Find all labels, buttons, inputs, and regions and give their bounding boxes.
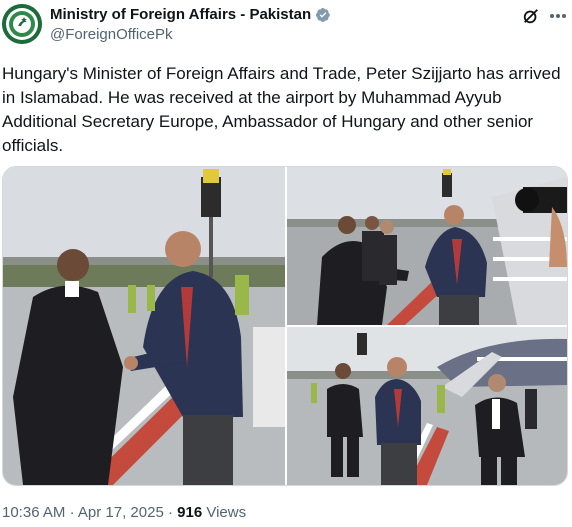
separator: · [69, 504, 75, 521]
account-handle[interactable]: @ForeignOfficePk [50, 26, 173, 43]
more-icon[interactable] [548, 6, 568, 26]
tweet-date[interactable]: Apr 17, 2025 [78, 504, 164, 521]
mofa-pakistan-logo [2, 4, 42, 44]
avatar[interactable] [2, 4, 42, 44]
separator: · [167, 504, 173, 521]
views-label: Views [206, 504, 247, 521]
name-row: Ministry of Foreign Affairs - Pakistan [50, 6, 331, 23]
media-grid [2, 166, 568, 486]
photo-greeting[interactable] [287, 167, 567, 325]
verified-badge-icon [315, 7, 331, 23]
tweet-header: Ministry of Foreign Affairs - Pakistan @… [0, 0, 572, 56]
photo-handshake[interactable] [3, 167, 285, 485]
tweet-text: Hungary's Minister of Foreign Affairs an… [2, 64, 561, 155]
tweet-meta: 10:36 AM · Apr 17, 2025 · 916 Views [2, 504, 246, 521]
tweet-time[interactable]: 10:36 AM [2, 504, 65, 521]
views-count: 916 [177, 504, 203, 521]
photo-group[interactable] [287, 327, 567, 485]
grok-icon[interactable] [520, 6, 542, 26]
account-name[interactable]: Ministry of Foreign Affairs - Pakistan [50, 6, 311, 23]
